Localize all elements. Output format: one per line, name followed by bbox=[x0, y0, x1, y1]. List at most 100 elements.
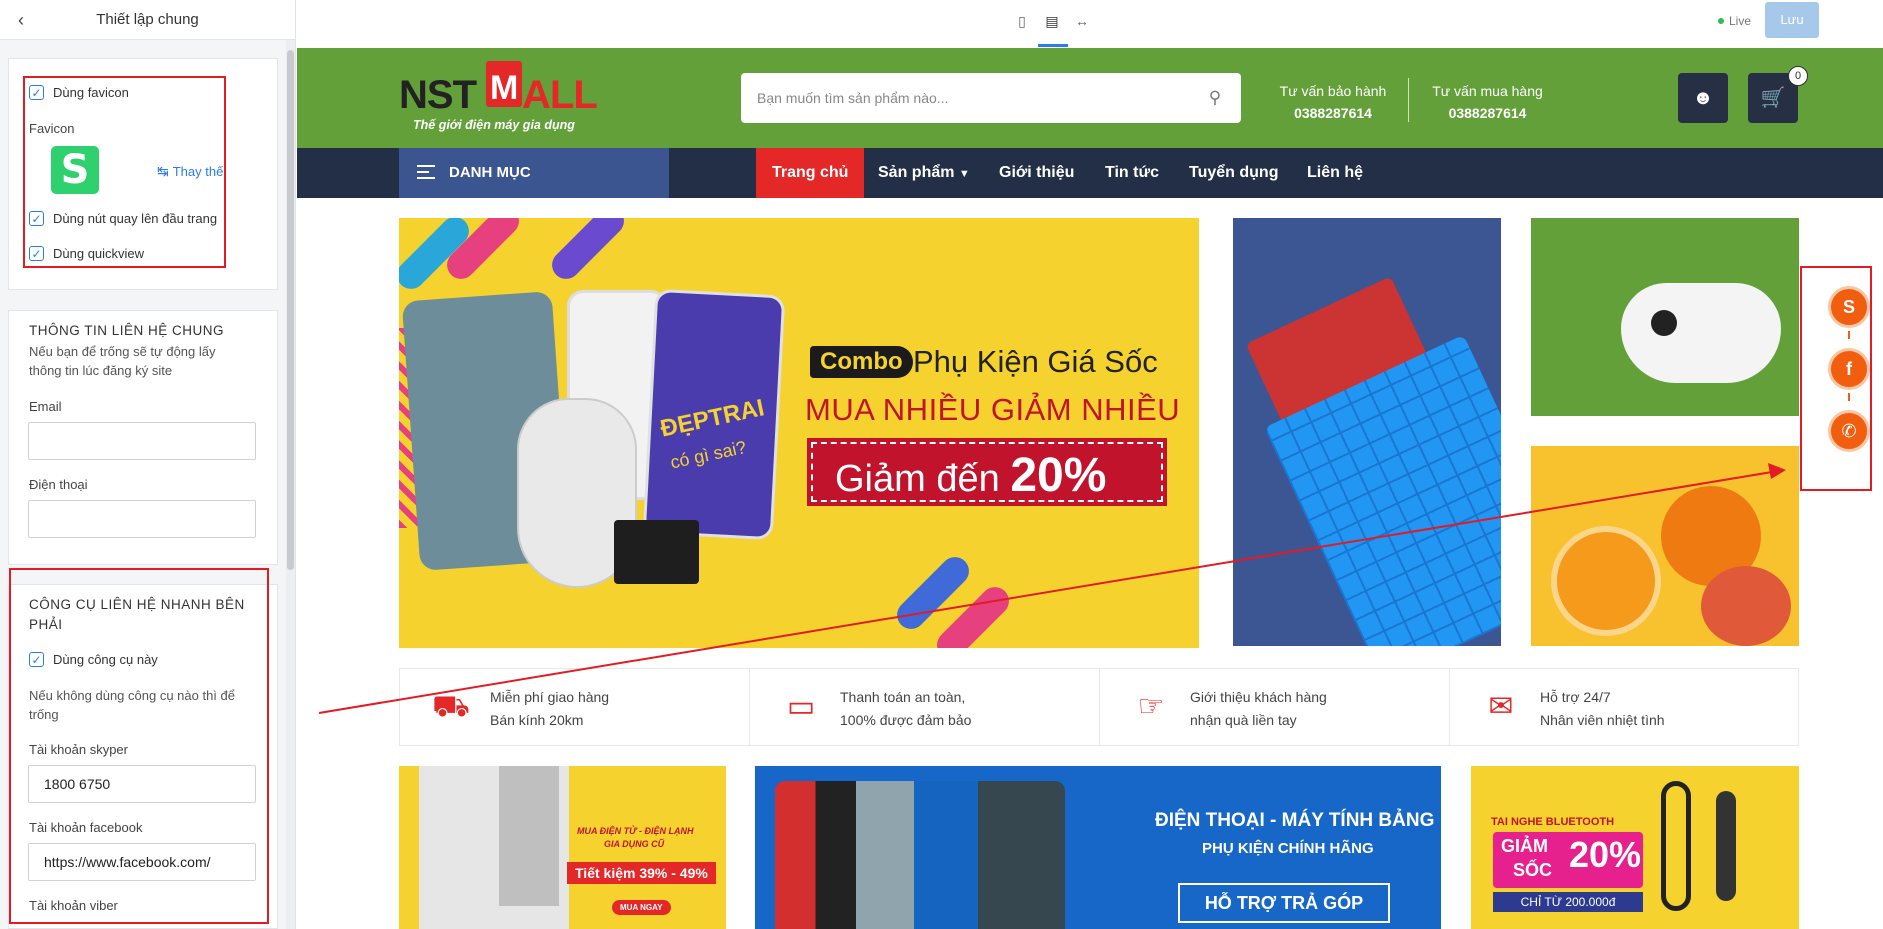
phone-tablet-banner[interactable]: ĐIỆN THOẠI - MÁY TÍNH BẢNG PHỤ KIỆN CHÍN… bbox=[755, 766, 1441, 929]
phone-banner-subtitle: PHỤ KIỆN CHÍNH HÃNG bbox=[1202, 840, 1374, 857]
phone-field[interactable] bbox=[28, 500, 256, 538]
hotline-warranty: Tư vấn bảo hành 0388287614 bbox=[1278, 80, 1388, 124]
nav-item-news[interactable]: Tin tức bbox=[1089, 148, 1175, 198]
fruit-banner[interactable] bbox=[1531, 446, 1799, 646]
save-button[interactable]: Lưu bbox=[1765, 2, 1819, 38]
cart-count-badge: 0 bbox=[1788, 66, 1808, 86]
game-controller-image bbox=[1621, 283, 1781, 383]
email-field[interactable] bbox=[28, 422, 256, 460]
hotline-sales-number[interactable]: 0388287614 bbox=[1430, 102, 1545, 124]
feature-title: Miễn phí giao hàng bbox=[490, 689, 610, 705]
installment-button[interactable]: HỖ TRỢ TRẢ GÓP bbox=[1178, 883, 1390, 923]
fullwidth-icon[interactable]: ↔ bbox=[1072, 11, 1092, 31]
appliance-savings-text: Tiết kiệm 39% - 49% bbox=[567, 862, 716, 884]
feature-desc: 100% được đảm bảo bbox=[840, 712, 972, 728]
live-status: Live bbox=[1718, 14, 1751, 28]
contact-info-help-1: Nếu bạn để trống sẽ tự động lấy bbox=[29, 344, 216, 359]
use-tool-checkbox[interactable]: ✓ Dùng công cụ này bbox=[29, 652, 158, 667]
favicon-preview: S bbox=[51, 146, 99, 194]
appliance-banner[interactable]: MUA ĐIỆN TỬ - ĐIỆN LẠNH GIA DỤNG CŨ Tiết… bbox=[399, 766, 726, 929]
live-label: Live bbox=[1729, 14, 1752, 28]
quickview-label: Dùng quickview bbox=[53, 246, 145, 261]
float-connector bbox=[1848, 331, 1850, 339]
quick-contact-title-1: CÔNG CỤ LIÊN HỆ NHANH BÊN bbox=[29, 597, 245, 612]
search-input[interactable] bbox=[741, 73, 1181, 123]
feature-desc: nhận quà liền tay bbox=[1190, 712, 1297, 728]
scrollbar-thumb[interactable] bbox=[287, 50, 294, 570]
favicon-card: ✓ Dùng favicon Favicon S ↹ Thay thế ✓ Dù… bbox=[8, 58, 278, 290]
discount-text: Giảm đến 20% bbox=[835, 448, 1106, 503]
email-label: Email bbox=[29, 399, 62, 414]
headphone-discount: 20% bbox=[1569, 834, 1642, 875]
live-dot-icon bbox=[1718, 18, 1724, 24]
combo-tag: Combo bbox=[810, 346, 913, 378]
hotline-warranty-label: Tư vấn bảo hành bbox=[1279, 83, 1387, 99]
favicon-label: Favicon bbox=[29, 121, 75, 136]
category-label: DANH MỤC bbox=[449, 164, 531, 181]
orange-image bbox=[1551, 526, 1661, 636]
facebook-icon[interactable]: f bbox=[1828, 348, 1870, 390]
hotline-divider bbox=[1408, 78, 1409, 122]
hotline-sales-label: Tư vấn mua hàng bbox=[1432, 83, 1543, 99]
chat-icon: ✉ bbox=[1488, 690, 1514, 723]
fridge-image bbox=[499, 766, 559, 906]
contact-info-help-2: thông tin lúc đăng ký site bbox=[29, 363, 173, 378]
site-logo[interactable]: NST M ALL Thế giới điện máy gia dụng bbox=[399, 57, 599, 137]
feature-title: Hỗ trợ 24/7 bbox=[1540, 689, 1611, 705]
panel-header: ‹ Thiết lập chung bbox=[0, 0, 295, 40]
main-banner[interactable]: ĐẸPTRAI có gì sai? Combo Phụ Kiện Giá Số… bbox=[399, 218, 1199, 648]
search-icon[interactable]: ⚲ bbox=[1205, 88, 1225, 108]
facebook-label: Tài khoản facebook bbox=[29, 820, 143, 835]
banner-headline: Phụ Kiện Giá Sốc bbox=[913, 344, 1158, 379]
replace-label: Thay thế bbox=[172, 164, 224, 179]
buy-now-button[interactable]: MUA NGAY bbox=[612, 900, 671, 915]
settings-panel: ‹ Thiết lập chung ✓ Dùng favicon Favicon… bbox=[0, 0, 296, 929]
appliance-banner-text: MUA ĐIỆN TỬ - ĐIỆN LẠNH bbox=[577, 826, 694, 836]
active-device-indicator bbox=[1038, 44, 1068, 47]
phone-banner-title: ĐIỆN THOẠI - MÁY TÍNH BẢNG bbox=[1155, 810, 1435, 831]
keyboard-banner[interactable] bbox=[1233, 218, 1501, 646]
nav-item-products[interactable]: Sản phẩm ▼ bbox=[862, 148, 986, 198]
nav-item-home[interactable]: Trang chủ bbox=[756, 148, 865, 198]
editor-topbar: ▯ ▤ ↔ Live Lưu bbox=[297, 0, 1883, 48]
joystick-image bbox=[1651, 310, 1677, 336]
back-to-top-checkbox[interactable]: ✓ Dùng nút quay lên đầu trang bbox=[29, 211, 217, 226]
checkbox-checked-icon: ✓ bbox=[29, 211, 44, 226]
viber-label: Tài khoản viber bbox=[29, 898, 118, 913]
quick-contact-title-2: PHẢI bbox=[29, 617, 63, 632]
panel-scrollbar[interactable] bbox=[286, 40, 295, 929]
float-connector bbox=[1848, 393, 1850, 401]
nav-item-about[interactable]: Giới thiệu bbox=[983, 148, 1090, 198]
skype-icon[interactable]: S bbox=[1828, 286, 1870, 328]
discount-prefix: Giảm đến bbox=[835, 458, 1011, 500]
nav-item-careers[interactable]: Tuyển dụng bbox=[1173, 148, 1294, 198]
controller-banner[interactable] bbox=[1531, 218, 1799, 416]
headphone-banner[interactable]: TAI NGHE BLUETOOTH GIẢM SỐC 20% CHỈ TỪ 2… bbox=[1471, 766, 1799, 929]
feature-item: ▭ Thanh toán an toàn, 100% được đảm bảo bbox=[750, 669, 1100, 745]
nav-item-contact[interactable]: Liên hệ bbox=[1291, 148, 1379, 198]
facebook-field[interactable] bbox=[28, 843, 256, 881]
user-icon: ☻ bbox=[1692, 87, 1714, 109]
use-favicon-checkbox[interactable]: ✓ Dùng favicon bbox=[29, 85, 129, 100]
feature-desc: Bán kính 20km bbox=[490, 712, 584, 728]
desktop-icon[interactable]: ▤ bbox=[1042, 11, 1062, 31]
hotline-warranty-number[interactable]: 0388287614 bbox=[1278, 102, 1388, 124]
mobile-icon[interactable]: ▯ bbox=[1012, 11, 1032, 31]
viber-icon[interactable]: ✆ bbox=[1828, 410, 1870, 452]
account-button[interactable]: ☻ bbox=[1678, 73, 1728, 123]
skype-field[interactable] bbox=[28, 765, 256, 803]
quickview-checkbox[interactable]: ✓ Dùng quickview bbox=[29, 246, 144, 261]
logo-m: M bbox=[490, 69, 519, 107]
panel-title: Thiết lập chung bbox=[96, 11, 199, 28]
replace-favicon-button[interactable]: ↹ Thay thế bbox=[157, 163, 223, 180]
gift-hand-icon: ☞ bbox=[1137, 690, 1165, 723]
memory-card-image bbox=[614, 520, 699, 584]
quick-contact-help-2: trống bbox=[29, 707, 59, 722]
logo-nst: NST bbox=[399, 73, 477, 117]
nav-products-label: Sản phẩm bbox=[878, 164, 955, 181]
appliance-banner-text: GIA DỤNG CŨ bbox=[604, 839, 665, 849]
category-menu-button[interactable]: DANH MỤC bbox=[399, 148, 669, 198]
headphone-image bbox=[1661, 781, 1691, 911]
use-tool-label: Dùng công cụ này bbox=[53, 652, 158, 667]
phone-label: Điện thoại bbox=[29, 477, 88, 492]
